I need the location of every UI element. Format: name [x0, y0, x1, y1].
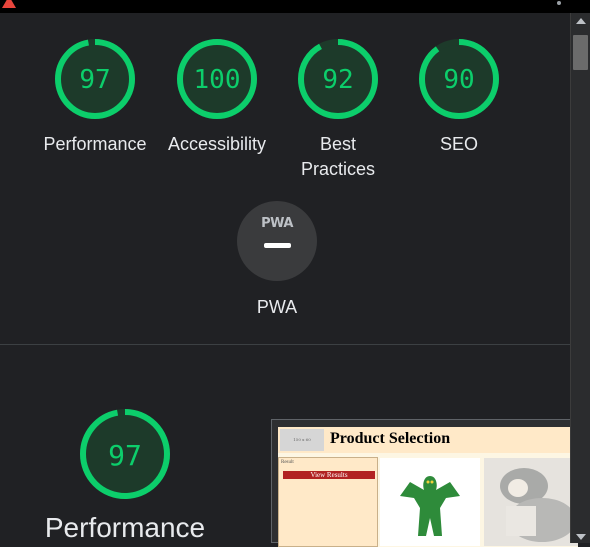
gauge-score-seo: 90	[443, 65, 475, 95]
scroll-up-arrow-icon[interactable]	[576, 18, 586, 24]
performance-label-large: Performance	[44, 512, 206, 543]
gauge-label-performance: Performance	[43, 134, 147, 154]
window-top-bar	[0, 0, 590, 13]
menu-dots-icon[interactable]	[557, 1, 561, 5]
screenshot-header: 150 x 60 Product Selection	[278, 427, 578, 453]
gauge-label-seo: SEO	[439, 134, 478, 154]
gauge-seo[interactable]: 90 SEO	[398, 38, 520, 157]
pwa-badge-text: PWA	[261, 216, 293, 231]
performance-score-large: 97	[108, 439, 142, 472]
performance-summary: 97 Performance	[40, 408, 210, 543]
dragon-figure-icon	[400, 476, 460, 536]
screenshot-view-results-button: View Results	[283, 471, 375, 479]
gauge-label-pwa: PWA	[256, 297, 298, 317]
pwa-dash-icon	[264, 243, 291, 248]
pwa-badge: PWA	[237, 201, 317, 281]
scrollbar-thumb[interactable]	[573, 35, 588, 70]
gauge-performance[interactable]: 97 Performance	[34, 38, 156, 157]
gauge-score-performance: 97	[79, 65, 111, 95]
scroll-down-arrow-icon[interactable]	[576, 534, 586, 540]
plush-figure-icon	[500, 468, 576, 542]
screenshot-sidebar: Result View Results	[278, 457, 378, 547]
gauge-label-best-practices: Best Practices	[300, 134, 376, 179]
page-screenshot[interactable]: 150 x 60 Product Selection Result View R…	[271, 419, 581, 547]
gauge-label-accessibility: Accessibility	[167, 134, 267, 154]
gauge-best-practices[interactable]: 92 Best Practices	[277, 38, 399, 182]
gauge-accessibility[interactable]: 100 Accessibility	[156, 38, 278, 157]
warning-icon	[2, 0, 16, 8]
product-image-plush	[484, 458, 578, 546]
section-divider	[0, 344, 570, 345]
screenshot-title: Product Selection	[330, 430, 451, 447]
gauge-score-best-practices: 92	[322, 65, 354, 95]
gauge-score-accessibility: 100	[193, 65, 241, 95]
screenshot-content: 150 x 60 Product Selection Result View R…	[278, 427, 578, 547]
gauge-pwa[interactable]: PWA PWA	[236, 201, 318, 318]
scrollbar[interactable]	[570, 13, 590, 543]
product-image-dragon	[380, 458, 480, 546]
screenshot-placeholder-image: 150 x 60	[280, 429, 324, 451]
screenshot-sidebar-text: Result	[281, 460, 294, 465]
